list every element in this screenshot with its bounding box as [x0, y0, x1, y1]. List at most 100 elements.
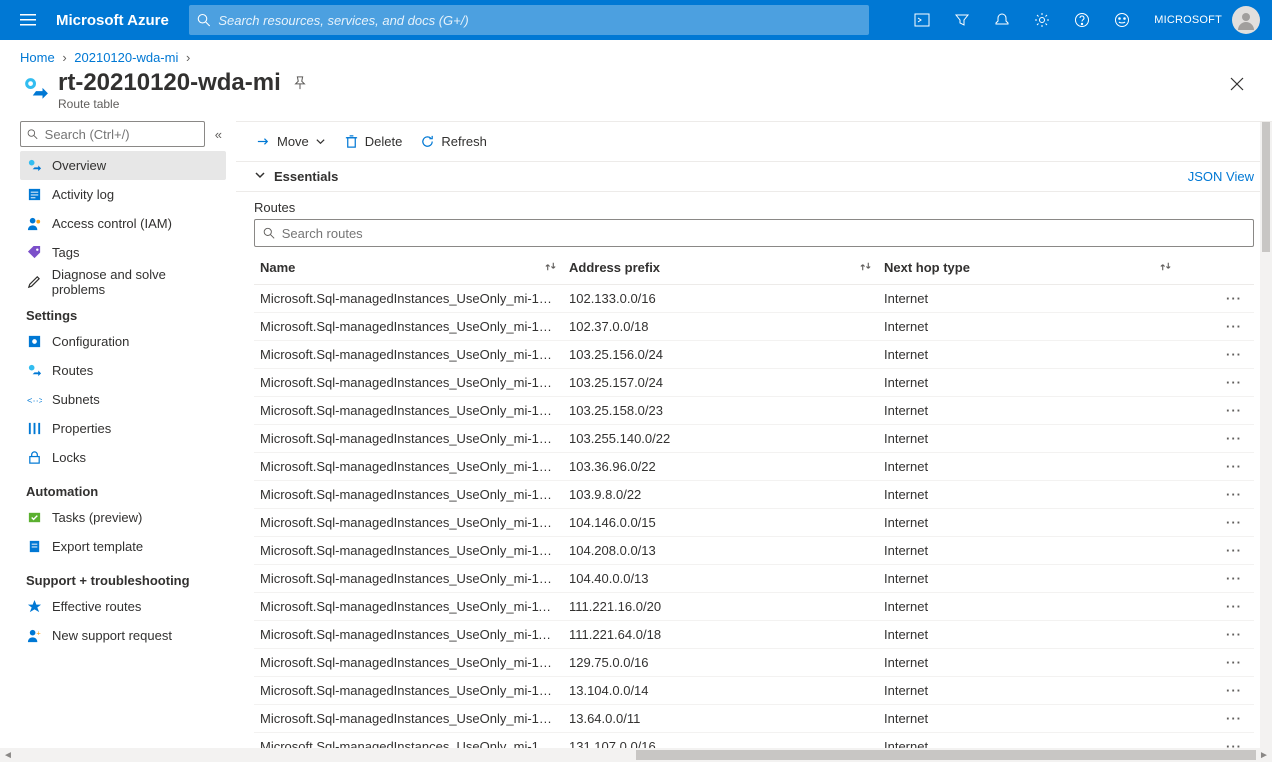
table-row[interactable]: Microsoft.Sql-managedInstances_UseOnly_m… [254, 425, 1254, 453]
col-prefix-header[interactable]: Address prefix [569, 260, 884, 276]
scroll-right-button[interactable]: ► [1256, 750, 1272, 761]
route-name-cell[interactable]: Microsoft.Sql-managedInstances_UseOnly_m… [254, 571, 569, 586]
sidebar-item-iam[interactable]: Access control (IAM) [20, 209, 226, 238]
essentials-toggle[interactable] [254, 169, 266, 184]
move-button[interactable]: Move [256, 134, 326, 149]
col-hop-header[interactable]: Next hop type [884, 260, 1184, 276]
route-prefix-cell: 103.9.8.0/22 [569, 487, 884, 502]
breadcrumb-parent[interactable]: 20210120-wda-mi [74, 50, 178, 65]
table-row[interactable]: Microsoft.Sql-managedInstances_UseOnly_m… [254, 453, 1254, 481]
table-row[interactable]: Microsoft.Sql-managedInstances_UseOnly_m… [254, 285, 1254, 313]
route-name-cell[interactable]: Microsoft.Sql-managedInstances_UseOnly_m… [254, 627, 569, 642]
brand-label[interactable]: Microsoft Azure [48, 12, 189, 29]
route-name-cell[interactable]: Microsoft.Sql-managedInstances_UseOnly_m… [254, 711, 569, 726]
route-name-cell[interactable]: Microsoft.Sql-managedInstances_UseOnly_m… [254, 459, 569, 474]
breadcrumb-home[interactable]: Home [20, 50, 55, 65]
row-actions-button[interactable]: ··· [1194, 375, 1254, 390]
table-row[interactable]: Microsoft.Sql-managedInstances_UseOnly_m… [254, 341, 1254, 369]
route-name-cell[interactable]: Microsoft.Sql-managedInstances_UseOnly_m… [254, 375, 569, 390]
col-name-header[interactable]: Name [254, 260, 569, 276]
route-name-cell[interactable]: Microsoft.Sql-managedInstances_UseOnly_m… [254, 487, 569, 502]
sidebar-item-config[interactable]: Configuration [20, 327, 226, 356]
sidebar-item-effroutes[interactable]: Effective routes [20, 592, 226, 621]
hamburger-button[interactable] [8, 0, 48, 40]
sidebar-item-locks[interactable]: Locks [20, 443, 226, 472]
sidebar-search[interactable] [20, 121, 205, 147]
route-name-cell[interactable]: Microsoft.Sql-managedInstances_UseOnly_m… [254, 515, 569, 530]
row-actions-button[interactable]: ··· [1194, 711, 1254, 726]
sidebar-item-diagnose[interactable]: Diagnose and solve problems [20, 267, 226, 296]
row-actions-button[interactable]: ··· [1194, 627, 1254, 642]
table-row[interactable]: Microsoft.Sql-managedInstances_UseOnly_m… [254, 481, 1254, 509]
user-menu[interactable]: MICROSOFT [1142, 6, 1264, 34]
route-name-cell[interactable]: Microsoft.Sql-managedInstances_UseOnly_m… [254, 599, 569, 614]
row-actions-button[interactable]: ··· [1194, 487, 1254, 502]
sidebar-item-overview[interactable]: Overview [20, 151, 226, 180]
route-name-cell[interactable]: Microsoft.Sql-managedInstances_UseOnly_m… [254, 319, 569, 334]
pin-button[interactable] [293, 69, 307, 97]
row-actions-button[interactable]: ··· [1194, 459, 1254, 474]
row-actions-button[interactable]: ··· [1194, 599, 1254, 614]
feedback-icon[interactable] [1102, 0, 1142, 40]
table-row[interactable]: Microsoft.Sql-managedInstances_UseOnly_m… [254, 313, 1254, 341]
sidebar-collapse-button[interactable]: « [211, 123, 226, 146]
row-actions-button[interactable]: ··· [1194, 347, 1254, 362]
route-name-cell[interactable]: Microsoft.Sql-managedInstances_UseOnly_m… [254, 347, 569, 362]
sidebar-item-routes[interactable]: Routes [20, 356, 226, 385]
refresh-button[interactable]: Refresh [420, 134, 487, 149]
route-name-cell[interactable]: Microsoft.Sql-managedInstances_UseOnly_m… [254, 543, 569, 558]
table-row[interactable]: Microsoft.Sql-managedInstances_UseOnly_m… [254, 397, 1254, 425]
sidebar-item-tasks[interactable]: Tasks (preview) [20, 503, 226, 532]
directory-filter-icon[interactable] [942, 0, 982, 40]
route-name-cell[interactable]: Microsoft.Sql-managedInstances_UseOnly_m… [254, 431, 569, 446]
table-row[interactable]: Microsoft.Sql-managedInstances_UseOnly_m… [254, 649, 1254, 677]
sidebar-item-export[interactable]: Export template [20, 532, 226, 561]
row-actions-button[interactable]: ··· [1194, 431, 1254, 446]
route-name-cell[interactable]: Microsoft.Sql-managedInstances_UseOnly_m… [254, 655, 569, 670]
route-name-cell[interactable]: Microsoft.Sql-managedInstances_UseOnly_m… [254, 403, 569, 418]
global-search-input[interactable] [218, 13, 860, 28]
sidebar-item-support[interactable]: +New support request [20, 621, 226, 650]
route-prefix-cell: 104.146.0.0/15 [569, 515, 884, 530]
route-name-cell[interactable]: Microsoft.Sql-managedInstances_UseOnly_m… [254, 683, 569, 698]
route-name-cell[interactable]: Microsoft.Sql-managedInstances_UseOnly_m… [254, 291, 569, 306]
sidebar-item-log[interactable]: Activity log [20, 180, 226, 209]
row-actions-button[interactable]: ··· [1194, 319, 1254, 334]
route-prefix-cell: 131.107.0.0/16 [569, 739, 884, 748]
table-row[interactable]: Microsoft.Sql-managedInstances_UseOnly_m… [254, 733, 1254, 748]
table-row[interactable]: Microsoft.Sql-managedInstances_UseOnly_m… [254, 621, 1254, 649]
row-actions-button[interactable]: ··· [1194, 655, 1254, 670]
row-actions-button[interactable]: ··· [1194, 571, 1254, 586]
row-actions-button[interactable]: ··· [1194, 543, 1254, 558]
sidebar-search-input[interactable] [45, 127, 198, 142]
table-row[interactable]: Microsoft.Sql-managedInstances_UseOnly_m… [254, 565, 1254, 593]
row-actions-button[interactable]: ··· [1194, 739, 1254, 748]
settings-icon[interactable] [1022, 0, 1062, 40]
horizontal-scrollbar[interactable]: ◄ ► [0, 748, 1272, 762]
row-actions-button[interactable]: ··· [1194, 683, 1254, 698]
table-row[interactable]: Microsoft.Sql-managedInstances_UseOnly_m… [254, 369, 1254, 397]
global-search[interactable] [189, 5, 869, 35]
route-name-cell[interactable]: Microsoft.Sql-managedInstances_UseOnly_m… [254, 739, 569, 748]
cloud-shell-icon[interactable] [902, 0, 942, 40]
notifications-icon[interactable] [982, 0, 1022, 40]
vertical-scrollbar[interactable] [1260, 122, 1272, 748]
table-row[interactable]: Microsoft.Sql-managedInstances_UseOnly_m… [254, 677, 1254, 705]
routes-search-input[interactable] [282, 226, 1245, 241]
table-row[interactable]: Microsoft.Sql-managedInstances_UseOnly_m… [254, 537, 1254, 565]
sidebar-item-tags[interactable]: Tags [20, 238, 226, 267]
json-view-link[interactable]: JSON View [1188, 169, 1254, 184]
table-row[interactable]: Microsoft.Sql-managedInstances_UseOnly_m… [254, 593, 1254, 621]
sidebar-item-subnets[interactable]: <··>Subnets [20, 385, 226, 414]
close-button[interactable] [1222, 69, 1252, 102]
table-row[interactable]: Microsoft.Sql-managedInstances_UseOnly_m… [254, 509, 1254, 537]
row-actions-button[interactable]: ··· [1194, 515, 1254, 530]
help-icon[interactable] [1062, 0, 1102, 40]
routes-search[interactable] [254, 219, 1254, 247]
row-actions-button[interactable]: ··· [1194, 403, 1254, 418]
sidebar-item-properties[interactable]: Properties [20, 414, 226, 443]
table-row[interactable]: Microsoft.Sql-managedInstances_UseOnly_m… [254, 705, 1254, 733]
delete-button[interactable]: Delete [344, 134, 403, 149]
row-actions-button[interactable]: ··· [1194, 291, 1254, 306]
scroll-left-button[interactable]: ◄ [0, 750, 16, 761]
